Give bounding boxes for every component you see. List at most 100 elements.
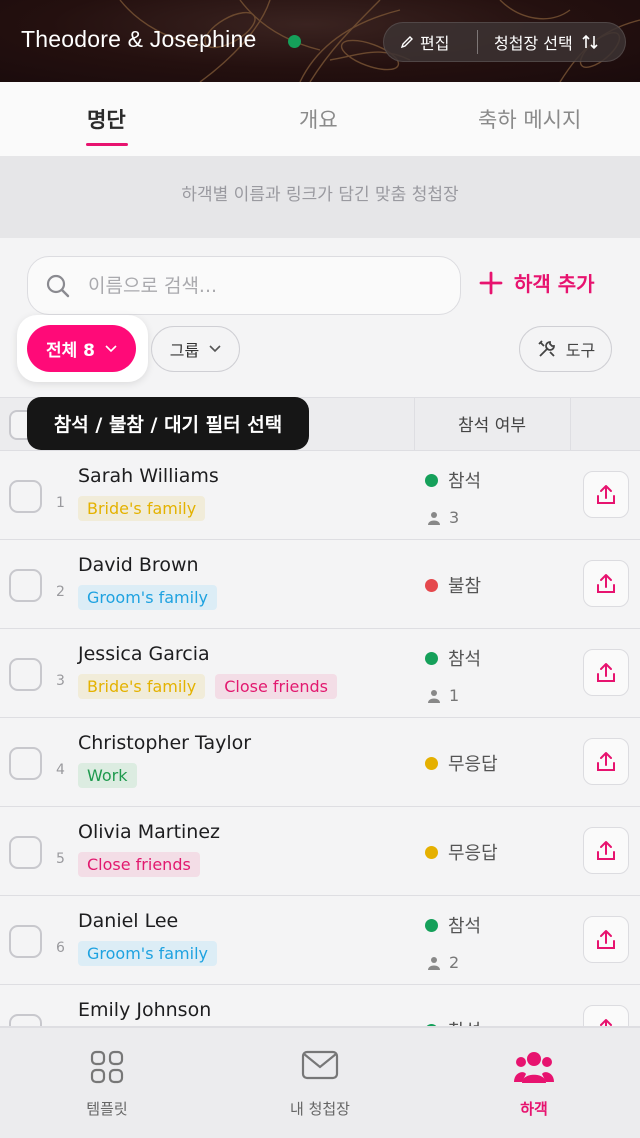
group-filter-button[interactable]: 그룹: [151, 326, 240, 372]
tab-guest-list[interactable]: 명단: [87, 104, 126, 134]
grid-icon: [90, 1050, 124, 1084]
party-size: 2: [427, 953, 459, 972]
status-dot: [425, 651, 438, 665]
add-guest-label: 하객 추가: [514, 272, 595, 296]
app-header: Theodore & Josephine 편집 청첩장 선택: [0, 0, 640, 82]
share-button[interactable]: [583, 1005, 629, 1026]
tab-overview[interactable]: 개요: [299, 104, 338, 134]
header-divider: [477, 30, 478, 54]
share-button[interactable]: [583, 738, 629, 785]
group-tag: Close friends: [78, 852, 200, 877]
table-row[interactable]: 5 Olivia Martinez Close friends 무응답: [0, 807, 640, 896]
guest-name: Olivia Martinez: [78, 821, 220, 843]
party-size: 3: [427, 508, 459, 527]
row-checkbox[interactable]: [9, 569, 42, 602]
guest-name: Sarah Williams: [78, 465, 219, 487]
share-icon: [597, 840, 615, 860]
person-icon: [428, 689, 440, 703]
edit-button[interactable]: 편집: [400, 30, 449, 54]
tab-messages[interactable]: 축하 메시지: [478, 104, 581, 134]
search-input[interactable]: [88, 268, 448, 304]
add-guest-button[interactable]: 하객 추가: [478, 268, 595, 297]
tools-button[interactable]: 도구: [519, 326, 612, 372]
attendance-status: 참석: [425, 912, 481, 938]
select-invitation-label: 청첩장 선택: [494, 34, 573, 53]
table-row[interactable]: 3 Jessica Garcia Bride's family Close frien…: [0, 629, 640, 718]
status-label: 무응답: [448, 843, 498, 864]
attendance-status: 무응답: [425, 750, 498, 776]
party-size-count: 2: [449, 953, 460, 972]
table-row[interactable]: 4 Christopher Taylor Work 무응답: [0, 718, 640, 807]
guest-name: Christopher Taylor: [78, 732, 252, 754]
attendance-filter-label: 전체 8: [45, 341, 96, 361]
row-checkbox[interactable]: [9, 658, 42, 691]
pencil-icon: [400, 36, 413, 49]
nav-guests[interactable]: [454, 1050, 614, 1088]
share-button[interactable]: [583, 471, 629, 518]
tools-icon: [538, 340, 555, 357]
guest-name: Daniel Lee: [78, 910, 179, 932]
share-icon: [600, 1018, 612, 1026]
nav-my-invitation[interactable]: [240, 1050, 400, 1084]
status-dot: [425, 918, 438, 932]
row-checkbox[interactable]: [9, 925, 42, 958]
people-icon: [514, 1052, 554, 1083]
row-checkbox[interactable]: [9, 1014, 42, 1026]
couple-title: Theodore & Josephine: [21, 26, 257, 52]
status-dot: [425, 578, 438, 592]
table-row[interactable]: 2 David Brown Groom's family 불참: [0, 540, 640, 629]
row-number: 2: [56, 584, 65, 600]
status-label: 참석: [448, 649, 482, 670]
plus-icon: [479, 271, 503, 294]
nav-templates[interactable]: [27, 1050, 187, 1088]
table-row[interactable]: 6 Daniel Lee Groom's family 참석 2: [0, 896, 640, 985]
share-icon: [597, 573, 615, 593]
status-label: 무응답: [448, 754, 498, 775]
row-checkbox[interactable]: [9, 747, 42, 780]
row-checkbox[interactable]: [9, 836, 42, 869]
share-button[interactable]: [583, 916, 629, 963]
share-icon: [597, 929, 615, 949]
column-divider: [570, 397, 571, 451]
guest-tags: Close friends: [78, 852, 200, 877]
attendance-status: 참석: [425, 645, 481, 671]
status-label: 참석: [448, 916, 482, 937]
status-label: 참석: [448, 1017, 481, 1026]
row-number: 1: [56, 495, 65, 511]
banner-text: 하객별 이름과 링크가 담긴 맞춤 청첩장: [181, 185, 459, 205]
status-dot: [425, 845, 438, 859]
share-button[interactable]: [583, 827, 629, 874]
group-tag: Groom's family: [78, 941, 217, 966]
filter-tooltip: 참석 / 불참 / 대기 필터 선택: [27, 397, 309, 450]
guest-tags: Bride's family Close friends: [78, 674, 338, 699]
group-tag: Bride's family: [78, 496, 206, 521]
row-number: 6: [56, 940, 65, 956]
active-tab-indicator: [86, 143, 128, 146]
row-number: 5: [56, 851, 65, 867]
edit-label: 편집: [420, 34, 450, 53]
person-icon: [428, 511, 440, 525]
row-checkbox[interactable]: [9, 480, 42, 513]
select-invitation-button[interactable]: 청첩장 선택: [494, 30, 599, 54]
attendance-status: 무응답: [425, 839, 498, 865]
table-row[interactable]: 1 Sarah Williams Bride's family 참석 3: [0, 451, 640, 540]
status-dot: [425, 756, 438, 770]
attendance-status: 불참: [425, 572, 481, 598]
chevron-down-icon: [105, 344, 117, 352]
search-icon: [46, 274, 70, 298]
chevron-down-icon: [209, 345, 221, 353]
share-button[interactable]: [583, 560, 629, 607]
party-size: 1: [427, 686, 459, 705]
share-button[interactable]: [583, 649, 629, 696]
row-number: 3: [56, 673, 65, 689]
group-tag: Bride's family: [78, 674, 206, 699]
nav-guests-label: 하객: [520, 1100, 548, 1118]
table-row[interactable]: 7Emily Johnson참석: [0, 985, 640, 1027]
share-icon: [597, 662, 615, 682]
attendance-filter-button[interactable]: 전체 8: [27, 325, 136, 372]
nav-templates-label: 템플릿: [86, 1100, 128, 1118]
guest-tags: Groom's family: [78, 941, 217, 966]
attendance-status: 참석: [425, 467, 481, 493]
party-size-count: 1: [449, 686, 460, 705]
guest-name: Emily Johnson: [78, 999, 212, 1021]
